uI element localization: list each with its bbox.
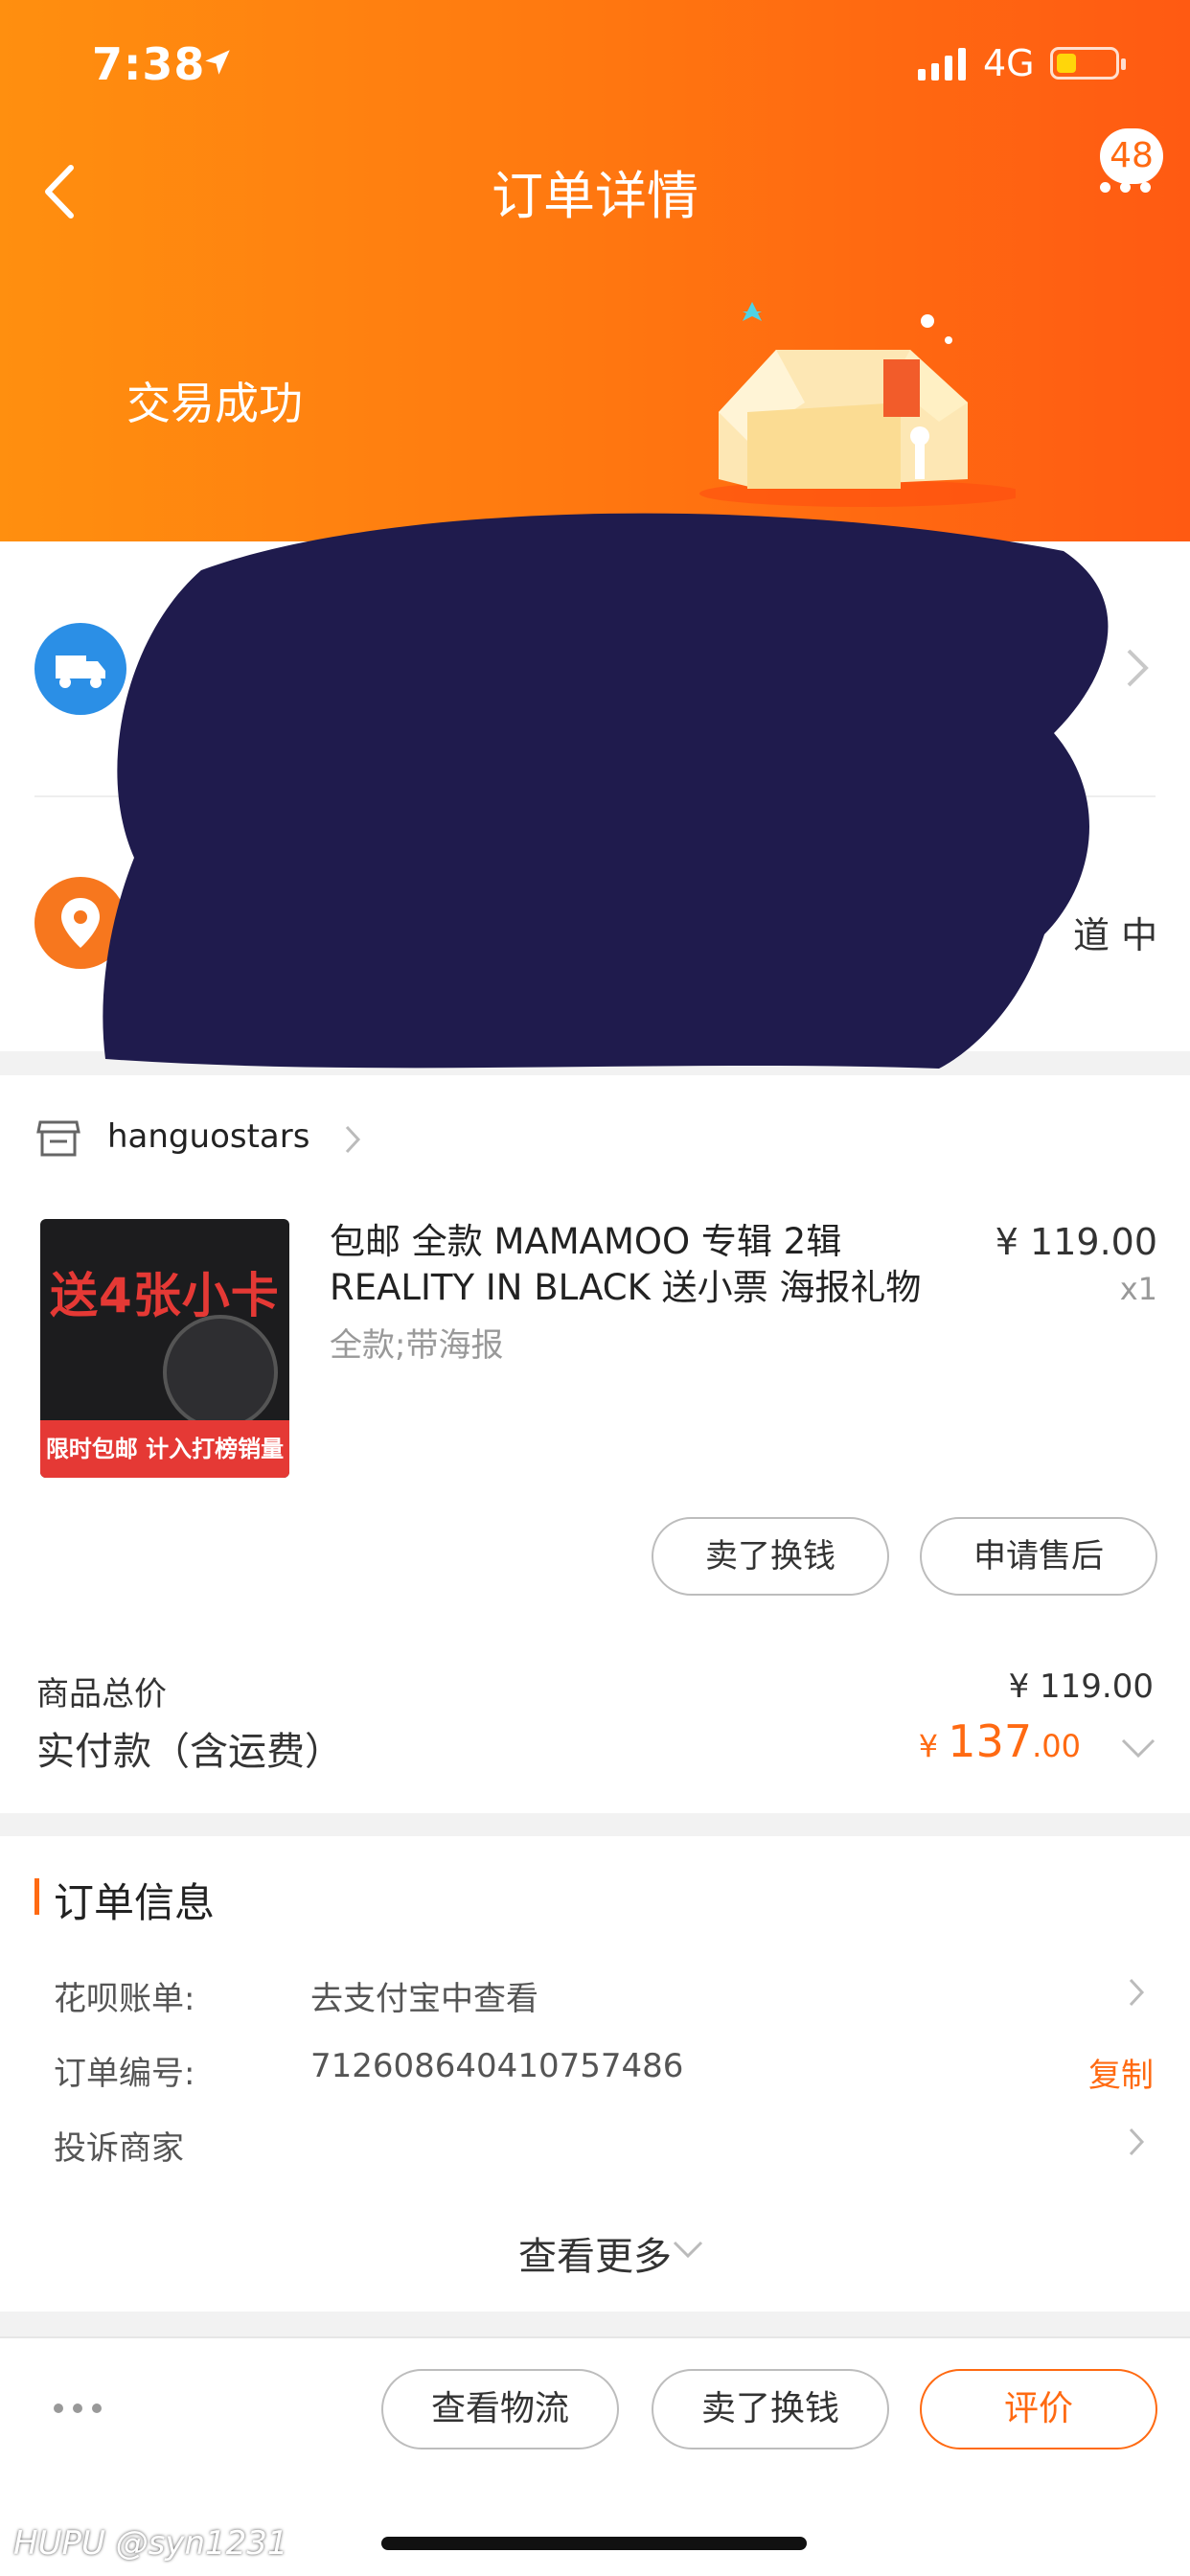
network-type: 4G: [983, 42, 1035, 84]
more-options-icon[interactable]: [54, 2404, 102, 2413]
huabei-link[interactable]: 去支付宝中查看: [310, 1972, 538, 2019]
more-dots-icon[interactable]: [1100, 182, 1151, 193]
paid-decimal: .00: [1032, 1728, 1081, 1764]
redaction-scribble: [103, 513, 1109, 1069]
chevron-down-icon[interactable]: [1119, 1736, 1157, 1760]
status-time: 7:38: [92, 38, 206, 90]
thumbnail-headline: 送4张小卡: [50, 1268, 280, 1323]
paid-amount-value: ¥ 137.00: [919, 1715, 1081, 1767]
product-thumbnail[interactable]: 送4张小卡 限时包邮 计入打榜销量: [40, 1219, 289, 1478]
after-sale-button[interactable]: 申请售后: [920, 1517, 1157, 1596]
album-disc-graphic: [163, 1315, 278, 1430]
battery-low-icon: [1050, 47, 1126, 80]
sell-button-bottom[interactable]: 卖了换钱: [652, 2369, 889, 2450]
order-number-label: 订单编号:: [54, 2055, 195, 2093]
paid-currency: ¥: [918, 1728, 939, 1764]
copy-order-number-button[interactable]: 复制: [1088, 2049, 1154, 2096]
sell-button[interactable]: 卖了换钱: [652, 1517, 889, 1596]
store-icon: [36, 1120, 80, 1157]
watermark: HUPU @syn1231: [13, 2524, 288, 2563]
chevron-right-icon[interactable]: [1127, 1976, 1146, 2009]
status-bar: 7:38 4G: [0, 0, 1190, 125]
goods-total-value: ¥ 119.00: [1008, 1668, 1154, 1706]
order-info-title: 订单信息: [54, 1879, 216, 1926]
product-title[interactable]: 包邮 全款 MAMAMOO 专辑 2辑 REALITY IN BLACK 送小票…: [330, 1219, 962, 1311]
battery-level: [1057, 54, 1076, 73]
view-logistics-button[interactable]: 查看物流: [381, 2369, 619, 2450]
location-arrow-icon: [205, 50, 230, 75]
paid-amount-label: 实付款（含运费）: [36, 1730, 343, 1774]
huabei-label: 花呗账单:: [54, 1980, 195, 2018]
product-price: ¥ 119.00: [995, 1221, 1157, 1263]
review-button[interactable]: 评价: [920, 2369, 1157, 2450]
paid-integer: 137: [948, 1715, 1033, 1767]
goods-total-label: 商品总价: [36, 1675, 167, 1714]
order-number-value: 712608640410757486: [310, 2047, 684, 2085]
section-accent-bar: [34, 1878, 39, 1915]
thumbnail-banner: 限时包邮 计入打榜销量: [40, 1420, 289, 1478]
message-count-badge: 48: [1100, 128, 1163, 184]
order-status-text: 交易成功: [126, 378, 303, 429]
signal-bars-icon: [918, 46, 966, 80]
home-indicator[interactable]: [381, 2537, 807, 2550]
chevron-right-icon[interactable]: [1127, 2126, 1146, 2158]
see-more-button[interactable]: 查看更多: [0, 2225, 1190, 2281]
order-status-header: 7:38 4G 订单详情 48 交易成功: [0, 0, 1190, 541]
product-quantity: x1: [1119, 1271, 1157, 1307]
chevron-down-icon[interactable]: [671, 2239, 705, 2260]
product-spec: 全款;带海报: [330, 1326, 504, 1365]
shop-name-link[interactable]: hanguostars: [107, 1117, 309, 1156]
complaint-link[interactable]: 投诉商家: [54, 2122, 184, 2169]
chevron-right-icon[interactable]: [343, 1123, 362, 1156]
page-title: 订单详情: [492, 166, 698, 226]
